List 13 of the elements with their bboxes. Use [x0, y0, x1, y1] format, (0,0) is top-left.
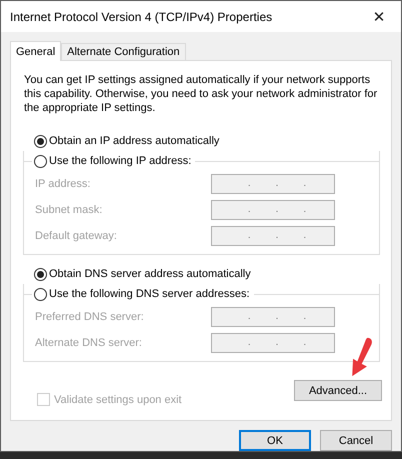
description-text: You can get IP settings assigned automatically if your network supports this capability. Otherwise, you need to ask your network administrator for the appropriate IP settings. [24, 73, 378, 115]
close-button[interactable]: ✕ [357, 2, 401, 32]
advanced-button[interactable]: Advanced... [294, 380, 382, 401]
tab[interactable]: Alternate Configuration [61, 43, 186, 60]
dialog-button[interactable]: Cancel [320, 430, 392, 451]
dialog-button[interactable]: OK [239, 430, 311, 451]
window-title: Internet Protocol Version 4 (TCP/IPv4) Properties [10, 10, 272, 24]
field-label: Default gateway: [35, 230, 117, 242]
field-label: Preferred DNS server: [35, 311, 144, 323]
field-label: IP address: [35, 178, 90, 190]
field-label: Subnet mask: [35, 204, 102, 216]
tab[interactable]: General [10, 41, 62, 61]
field-label: Alternate DNS server: [35, 337, 142, 349]
